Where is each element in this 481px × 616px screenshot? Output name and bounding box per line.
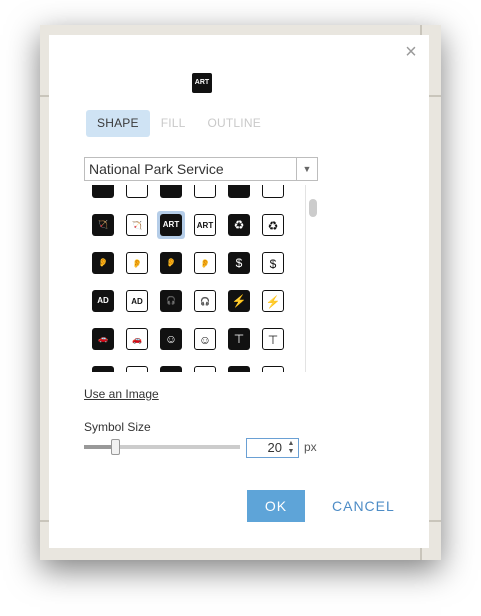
use-image-link[interactable]: Use an Image [84, 387, 159, 401]
partial-10-icon [194, 366, 216, 372]
symbol-grid: 🏹 🏹 ART ART ♻ ♻ 👂 👂 👂 👂 $ $ AD AD 🎧 🎧 ⚡ ⚡ 🚗 🚗 ☺ ☺ ⊤ ⊤ [85, 185, 320, 372]
baby-outline-icon: ☺ [194, 328, 216, 350]
partial-6-icon [262, 185, 284, 198]
symbol-cell[interactable]: ⊤ [259, 325, 287, 353]
symbol-cell[interactable]: ☺ [157, 325, 185, 353]
partial-8-icon [126, 366, 148, 372]
scrollbar-thumb[interactable] [309, 199, 317, 217]
category-select[interactable]: National Park Service ▼ [84, 157, 318, 181]
category-select-value: National Park Service [89, 161, 224, 177]
hearing-t-outline-icon: 👂 [194, 252, 216, 274]
recycling-outline-icon: ♻ [262, 214, 284, 236]
symbol-cell[interactable] [89, 363, 117, 372]
symbol-cell[interactable]: AD [89, 287, 117, 315]
dollar-icon: $ [228, 252, 250, 274]
symbol-cell[interactable]: $ [259, 249, 287, 277]
symbol-cell[interactable]: 🏹 [123, 211, 151, 239]
symbol-cell[interactable] [123, 363, 151, 372]
symbol-cell[interactable]: 👂 [157, 249, 185, 277]
symbol-cell[interactable]: 🏹 [89, 211, 117, 239]
symbol-size-label: Symbol Size [84, 420, 151, 434]
partial-1-icon [92, 185, 114, 198]
symbol-cell[interactable] [259, 363, 287, 372]
symbol-cell[interactable]: 🎧 [157, 287, 185, 315]
dollar-outline-icon: $ [262, 252, 284, 274]
hearing-t-icon: 👂 [160, 252, 182, 274]
symbol-cell[interactable] [89, 185, 117, 201]
audio-description-outline-icon: AD [126, 290, 148, 312]
stepper-down-icon[interactable]: ▼ [285, 448, 297, 456]
tab-fill[interactable]: FILL [150, 110, 197, 137]
ok-button[interactable]: OK [247, 490, 305, 522]
symbol-preview-icon: ART [192, 73, 212, 93]
symbol-cell[interactable] [259, 185, 287, 201]
baby-icon: ☺ [160, 328, 182, 350]
car-outline-icon: 🚗 [126, 328, 148, 350]
partial-2-icon [126, 185, 148, 198]
chevron-down-icon[interactable]: ▼ [296, 158, 317, 180]
symbol-size-stepper[interactable]: 20 ▲ ▼ [246, 438, 299, 458]
tab-shape[interactable]: SHAPE [86, 110, 150, 137]
style-tabs: SHAPE FILL OUTLINE [86, 110, 272, 137]
symbol-size-slider[interactable] [84, 439, 240, 455]
symbol-cell[interactable] [123, 185, 151, 201]
symbol-cell[interactable]: 🚗 [123, 325, 151, 353]
recycling-icon: ♻ [228, 214, 250, 236]
symbol-cell[interactable]: ⊤ [225, 325, 253, 353]
symbol-cell[interactable]: ⚡ [225, 287, 253, 315]
art-icon: ART [160, 214, 182, 236]
partial-4-icon [194, 185, 216, 198]
symbol-dialog: × ART SHAPE FILL OUTLINE National Park S… [49, 35, 429, 548]
car-icon: 🚗 [92, 328, 114, 350]
symbol-cell[interactable]: ART [191, 211, 219, 239]
symbol-cell[interactable] [225, 185, 253, 201]
hearing-icon: 👂 [92, 252, 114, 274]
symbol-cell[interactable]: $ [225, 249, 253, 277]
partial-9-icon [160, 366, 182, 372]
table-outline-icon: ⊤ [262, 328, 284, 350]
partial-5-icon [228, 185, 250, 198]
headphones-icon: 🎧 [160, 290, 182, 312]
partial-12-icon [262, 366, 284, 372]
symbol-cell[interactable]: AD [123, 287, 151, 315]
fire-outline-icon: ⚡ [262, 290, 284, 312]
slider-thumb[interactable] [111, 439, 121, 455]
cancel-button[interactable]: CANCEL [332, 490, 395, 522]
close-icon[interactable]: × [401, 42, 421, 63]
symbol-cell[interactable]: ♻ [225, 211, 253, 239]
partial-7-icon [92, 366, 114, 372]
symbol-cell[interactable]: ♻ [259, 211, 287, 239]
symbol-size-value[interactable]: 20 [268, 439, 282, 457]
partial-3-icon [160, 185, 182, 198]
audio-description-icon: AD [92, 290, 114, 312]
headphones-outline-icon: 🎧 [194, 290, 216, 312]
symbol-cell[interactable]: 👂 [123, 249, 151, 277]
symbol-cell[interactable] [157, 185, 185, 201]
symbol-cell[interactable]: 👂 [89, 249, 117, 277]
archery-outline-icon: 🏹 [126, 214, 148, 236]
symbol-cell[interactable]: ☺ [191, 325, 219, 353]
symbol-grid-scrollbar[interactable] [305, 185, 320, 372]
symbol-cell[interactable] [225, 363, 253, 372]
symbol-cell[interactable]: 🎧 [191, 287, 219, 315]
hearing-outline-icon: 👂 [126, 252, 148, 274]
archery-icon: 🏹 [92, 214, 114, 236]
stepper-up-icon[interactable]: ▲ [285, 440, 297, 448]
fire-icon: ⚡ [228, 290, 250, 312]
symbol-cell[interactable]: ⚡ [259, 287, 287, 315]
symbol-cell[interactable]: 🚗 [89, 325, 117, 353]
art-outline-icon: ART [194, 214, 216, 236]
partial-11-icon [228, 366, 250, 372]
table-icon: ⊤ [228, 328, 250, 350]
symbol-cell[interactable]: ART [157, 211, 185, 239]
symbol-cell[interactable]: 👂 [191, 249, 219, 277]
symbol-cell[interactable] [191, 185, 219, 201]
symbol-cell[interactable] [157, 363, 185, 372]
symbol-size-unit: px [304, 440, 317, 454]
tab-outline[interactable]: OUTLINE [197, 110, 272, 137]
symbol-cell[interactable] [191, 363, 219, 372]
